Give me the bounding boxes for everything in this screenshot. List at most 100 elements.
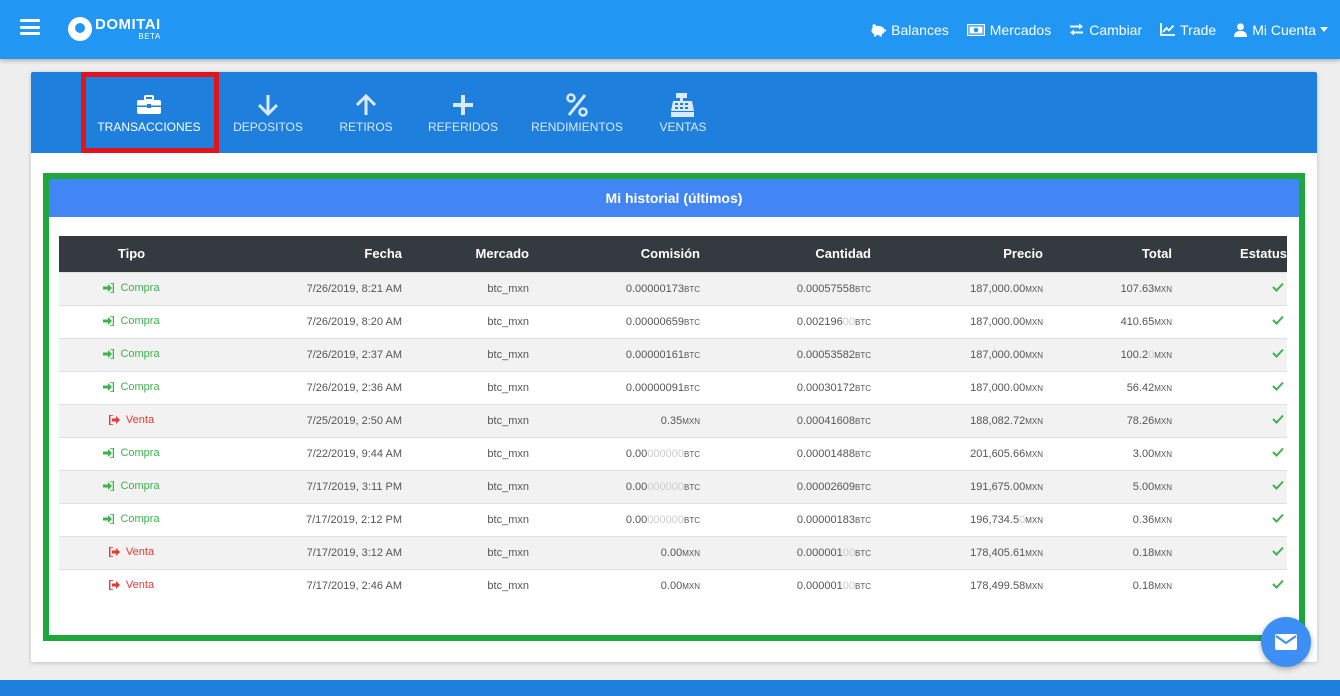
cell-cantidad: 0.00041608BTC <box>700 404 871 437</box>
cell-estatus <box>1172 272 1287 305</box>
cell-comision-value: 0.00000091 <box>625 381 684 394</box>
nav-mi-cuenta[interactable]: Mi Cuenta <box>1234 22 1328 38</box>
nav-mercados[interactable]: Mercados <box>966 22 1051 38</box>
cell-estatus <box>1172 437 1287 470</box>
cell-cantidad: 0.00001488BTC <box>700 437 871 470</box>
cell-precio-unit: MXN <box>1025 317 1043 327</box>
tipo-text: Compra <box>120 479 160 492</box>
cell-comision: 0.00MXN <box>529 536 700 569</box>
tipo-text: Venta <box>125 578 155 591</box>
tab-retiros-label: RETIROS <box>339 119 393 134</box>
cell-comision-faint-digits: 000000 <box>647 513 684 526</box>
cell-comision-value: 0.00 <box>660 579 683 592</box>
col-estatus: Estatus <box>1240 246 1287 262</box>
cell-mercado: btc_mxn <box>487 315 529 328</box>
col-cantidad: Cantidad <box>815 246 871 262</box>
tab-depositos-label: DEPOSITOS <box>233 119 303 134</box>
cell-precio: 187,000.00MXN <box>871 272 1043 305</box>
cell-cantidad: 0.00053582BTC <box>700 338 871 371</box>
cell-cantidad: 0.00030172BTC <box>700 371 871 404</box>
line-chart-icon <box>1160 23 1176 36</box>
cell-comision: 0.00000161BTC <box>529 338 700 371</box>
tipo-label: Compra <box>103 447 160 459</box>
tab-ventas[interactable]: VENTAS <box>653 72 713 153</box>
cell-tipo: Venta <box>59 536 204 569</box>
history-section: Mi historial (últimos) Tipo Fecha Mercad… <box>43 173 1305 641</box>
cell-tipo: Venta <box>59 404 204 437</box>
check-icon <box>1272 348 1284 361</box>
cell-cantidad: 0.00000100BTC <box>700 536 871 569</box>
cell-cantidad-faint-digits: 00 <box>842 579 855 592</box>
tab-retiros[interactable]: RETIROS <box>331 72 401 153</box>
tab-transacciones-label: TRANSACCIONES <box>97 119 201 134</box>
message-button[interactable] <box>1261 617 1311 667</box>
cell-total-value: 100.2 <box>1120 348 1149 361</box>
tab-rendimientos[interactable]: RENDIMIENTOS <box>527 72 627 153</box>
cell-comision: 0.00000000BTC <box>529 470 700 503</box>
cell-total-value: 78.26 <box>1126 414 1155 427</box>
cell-total-unit: MXN <box>1154 515 1172 525</box>
sign-in-icon <box>103 480 117 491</box>
arrow-down-icon <box>257 92 279 118</box>
cell-comision-unit: MXN <box>682 548 700 558</box>
nav-cambiar[interactable]: Cambiar <box>1069 22 1142 38</box>
cell-comision: 0.35MXN <box>529 404 700 437</box>
cell-estatus <box>1172 305 1287 338</box>
cell-estatus <box>1172 404 1287 437</box>
history-title: Mi historial (últimos) <box>49 179 1299 217</box>
cell-cantidad: 0.00002609BTC <box>700 470 871 503</box>
cell-precio-unit: MXN <box>1025 515 1043 525</box>
cell-comision-unit: BTC <box>684 284 700 294</box>
cell-mercado: btc_mxn <box>487 546 529 559</box>
cell-precio-unit: MXN <box>1025 383 1043 393</box>
sign-in-icon <box>103 282 117 293</box>
exchange-icon <box>1070 23 1084 36</box>
cell-total-unit: MXN <box>1154 449 1172 459</box>
cell-precio: 188,082.72MXN <box>871 404 1043 437</box>
tab-depositos[interactable]: DEPOSITOS <box>223 72 313 153</box>
nav-mi-cuenta-label: Mi Cuenta <box>1252 21 1316 38</box>
cell-precio-unit: MXN <box>1025 449 1043 459</box>
cell-comision-value: 0.00 <box>625 480 648 493</box>
sign-in-icon <box>103 315 117 326</box>
logo[interactable]: DOMITAI BETA <box>68 17 161 45</box>
cell-estatus <box>1172 503 1287 536</box>
logo-name: DOMITAI <box>95 16 161 33</box>
cell-total: 56.42MXN <box>1043 371 1172 404</box>
cell-estatus <box>1172 470 1287 503</box>
tipo-label: Compra <box>103 348 160 360</box>
tab-bar: TRANSACCIONES DEPOSITOS RETIROS REFERIDO… <box>31 72 1317 153</box>
cell-precio: 196,734.50MXN <box>871 503 1043 536</box>
col-precio: Precio <box>1003 246 1043 262</box>
cell-comision-unit: BTC <box>684 515 700 525</box>
tipo-text: Compra <box>120 281 160 294</box>
top-navbar: DOMITAI BETA Balances Mercados Cambiar T… <box>0 0 1340 59</box>
cell-tipo: Compra <box>59 272 204 305</box>
tab-referidos[interactable]: REFERIDOS <box>423 72 503 153</box>
cell-tipo: Venta <box>59 569 204 602</box>
cell-precio: 191,675.00MXN <box>871 470 1043 503</box>
cell-fecha: 7/17/2019, 2:46 AM <box>306 579 402 592</box>
cell-total-value: 410.65 <box>1120 315 1155 328</box>
table-row: Venta 7/25/2019, 2:50 AM btc_mxn 0.35MXN 0.0… <box>59 404 1287 437</box>
nav-balances[interactable]: Balances <box>870 22 949 38</box>
tab-transacciones[interactable]: TRANSACCIONES <box>97 72 201 153</box>
cell-total: 0.18MXN <box>1043 536 1172 569</box>
tipo-label: Venta <box>108 546 154 558</box>
hamburger-menu-icon[interactable] <box>20 19 40 35</box>
cell-total-value: 3.00 <box>1132 447 1155 460</box>
check-icon <box>1272 513 1284 526</box>
briefcase-icon <box>137 92 161 118</box>
cell-precio-value: 188,082.72 <box>970 414 1026 427</box>
cell-mercado: btc_mxn <box>487 381 529 394</box>
nav-trade[interactable]: Trade <box>1160 22 1216 38</box>
caret-down-icon <box>1320 27 1328 32</box>
cell-mercado: btc_mxn <box>487 348 529 361</box>
cell-total: 100.20MXN <box>1043 338 1172 371</box>
nav-trade-label: Trade <box>1180 21 1217 38</box>
table-row: Compra 7/22/2019, 9:44 AM btc_mxn 0.0000000… <box>59 437 1287 470</box>
cell-fecha: 7/17/2019, 2:12 PM <box>305 513 402 526</box>
table-row: Venta 7/17/2019, 3:12 AM btc_mxn 0.00MXN 0.0… <box>59 536 1287 569</box>
cell-total: 0.36MXN <box>1043 503 1172 536</box>
table-row: Compra 7/26/2019, 8:21 AM btc_mxn 0.0000017… <box>59 272 1287 305</box>
